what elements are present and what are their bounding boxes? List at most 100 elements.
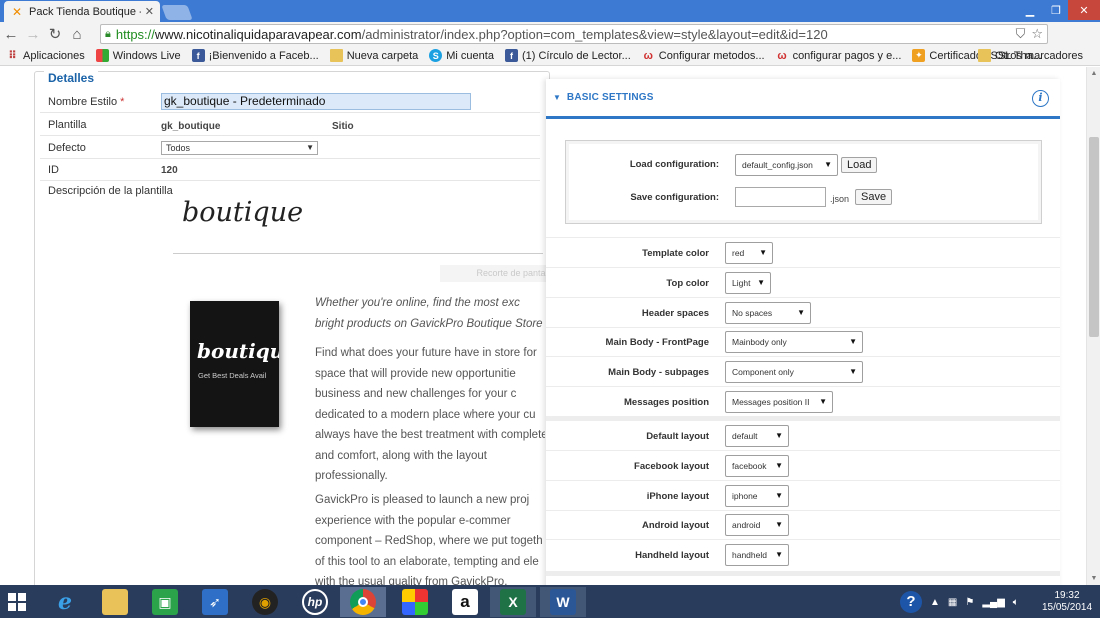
default-layout-label: Default layout <box>646 431 709 442</box>
bookmark-configurar-pagos[interactable]: ω configurar pagos y e... <box>776 49 901 62</box>
load-button[interactable]: Load <box>841 157 878 173</box>
browser-tab[interactable]: ✕ Pack Tienda Boutique - A ✕ <box>4 1 160 22</box>
address-bar[interactable]: 🔒︎ https://www.nicotinaliquidaparavapear… <box>100 24 1048 44</box>
url-host: www.nicotinaliquidaparavapear.com <box>154 26 362 42</box>
internet-explorer-icon[interactable]: e <box>42 587 88 617</box>
android-layout-select[interactable]: android ▼ <box>725 514 789 536</box>
row-divider <box>546 356 1060 357</box>
bookmark-configurar-metodos[interactable]: ω Configurar metodos... <box>642 49 765 62</box>
forward-arrow-icon[interactable]: → <box>22 23 44 45</box>
tab-title: Pack Tienda Boutique - A <box>29 5 141 18</box>
basic-settings-header[interactable]: ▼ BASIC SETTINGS <box>546 79 1060 119</box>
top-color-select[interactable]: Light ▼ <box>725 272 771 294</box>
certificate-icon: ✦ <box>912 49 926 62</box>
tray-app-icon[interactable]: ▦ <box>948 597 957 608</box>
facebook-layout-select[interactable]: facebook ▼ <box>725 455 789 477</box>
back-arrow-icon[interactable]: ← <box>0 23 22 45</box>
help-icon[interactable]: ? <box>900 591 922 613</box>
paint-icon[interactable] <box>392 587 438 617</box>
start-icon[interactable] <box>8 593 26 611</box>
row-divider <box>546 450 1060 451</box>
facebook-layout-label: Facebook layout <box>634 461 709 472</box>
collapse-triangle-icon: ▼ <box>553 93 561 102</box>
dropdown-arrow-icon: ▼ <box>849 367 857 376</box>
bookmark-facebook[interactable]: f ¡Bienvenido a Faceb... <box>191 49 319 62</box>
other-bookmarks[interactable]: Otros marcadores <box>977 49 1083 62</box>
shield-icon[interactable]: ⛉ <box>1016 26 1026 42</box>
network-signal-icon[interactable]: ▂▄▆ <box>982 597 1004 608</box>
file-explorer-icon[interactable] <box>92 587 138 617</box>
product-subtitle: Get Best Deals Avail <box>198 371 267 380</box>
info-icon[interactable]: i <box>1032 90 1049 107</box>
bookmark-circulo[interactable]: f (1) Círculo de Lector... <box>504 49 631 62</box>
basic-settings-panel: ▼ BASIC SETTINGS i Load configuration: d… <box>546 79 1060 585</box>
w-icon: ω <box>777 49 787 62</box>
flag-icon[interactable]: ⚑ <box>965 597 974 608</box>
scroll-up-icon[interactable]: ▲ <box>1087 67 1100 80</box>
header-spaces-select[interactable]: No spaces ▼ <box>725 302 811 324</box>
row-divider <box>546 510 1060 511</box>
description-paragraph-2: Find what does your future have in store… <box>315 347 545 482</box>
save-config-input[interactable] <box>735 187 826 207</box>
lock-icon: 🔒︎ <box>105 27 111 40</box>
page-scrollbar[interactable]: ▲ ▼ <box>1086 67 1100 585</box>
bookmark-star-icon[interactable]: ☆ <box>1031 26 1043 42</box>
product-title: boutiqu <box>197 339 279 363</box>
load-config-select[interactable]: default_config.json ▼ <box>735 154 838 176</box>
maximize-icon[interactable]: ❐ <box>1044 0 1068 20</box>
dropdown-arrow-icon: ▼ <box>775 461 783 470</box>
dropdown-arrow-icon: ▼ <box>759 248 767 257</box>
default-select[interactable]: Todos ▼ <box>161 141 318 155</box>
close-window-icon[interactable]: ✕ <box>1068 0 1100 20</box>
default-layout-select[interactable]: default ▼ <box>725 425 789 447</box>
tray-expand-icon[interactable]: ▲ <box>930 597 940 608</box>
bookmark-folder[interactable]: Nueva carpeta <box>329 49 418 62</box>
template-color-select[interactable]: red ▼ <box>725 242 773 264</box>
clock-time: 19:32 <box>1054 590 1080 601</box>
messages-position-select[interactable]: Messages position II ▼ <box>725 391 833 413</box>
save-button[interactable]: Save <box>855 189 893 205</box>
handheld-layout-select[interactable]: handheld ▼ <box>725 544 789 566</box>
bookmark-windows-live[interactable]: Windows Live <box>95 49 181 62</box>
rocket-icon[interactable]: ➶ <box>192 587 238 617</box>
new-tab-button[interactable] <box>161 5 193 20</box>
bookmark-apps[interactable]: ⠿ Aplicaciones <box>6 49 85 63</box>
main-body-frontpage-select[interactable]: Mainbody only ▼ <box>725 331 863 353</box>
reload-icon[interactable]: ↻ <box>44 23 66 45</box>
clock[interactable]: 19:32 15/05/2014 <box>1040 590 1094 614</box>
scrollbar-thumb[interactable] <box>1089 137 1099 337</box>
main-body-subpages-select[interactable]: Component only ▼ <box>725 361 863 383</box>
excel-icon[interactable]: X <box>490 587 536 617</box>
bookmark-mi-cuenta[interactable]: S Mi cuenta <box>429 49 494 62</box>
scroll-down-icon[interactable]: ▼ <box>1087 572 1100 585</box>
amazon-icon[interactable]: a <box>442 587 488 617</box>
details-legend: Detalles <box>44 71 99 85</box>
row-divider <box>546 386 1060 387</box>
page-content: Detalles Nombre Estilo * gk_boutique - Pr… <box>0 67 1100 585</box>
chrome-icon[interactable] <box>340 587 386 617</box>
style-name-input[interactable]: gk_boutique - Predeterminado <box>161 93 471 110</box>
configuration-box <box>565 140 1042 224</box>
tab-close-icon[interactable]: ✕ <box>145 5 154 18</box>
windows-taskbar: e ▣ ➶ ◉ hp a X W ? ▲ ▦ ⚑ ▂▄▆ 🔈︎ <box>0 585 1100 618</box>
row-plantilla: Plantilla <box>40 114 540 136</box>
url-path: /administrator/index.php?option=com_temp… <box>361 26 828 42</box>
description-paragraph-1: Whether you're online, find the most exc… <box>315 297 543 330</box>
apps-grid-icon: ⠿ <box>8 50 17 62</box>
row-divider <box>546 480 1060 481</box>
store-icon[interactable]: ▣ <box>142 587 188 617</box>
required-marker: * <box>120 95 125 108</box>
home-icon[interactable]: ⌂ <box>66 23 88 45</box>
word-icon[interactable]: W <box>540 587 586 617</box>
hp-icon[interactable]: hp <box>292 587 338 617</box>
minimize-icon[interactable]: ▁ <box>1018 0 1042 20</box>
id-value: 120 <box>161 165 178 176</box>
volume-icon[interactable]: 🔈︎ <box>1013 597 1019 608</box>
main-body-frontpage-label: Main Body - FrontPage <box>605 337 709 348</box>
w-icon: ω <box>643 49 653 62</box>
header-spaces-label: Header spaces <box>641 308 709 319</box>
dropdown-arrow-icon: ▼ <box>775 431 783 440</box>
iphone-layout-select[interactable]: iphone ▼ <box>725 485 789 507</box>
facebook-icon: f <box>504 49 518 62</box>
media-icon[interactable]: ◉ <box>242 587 288 617</box>
